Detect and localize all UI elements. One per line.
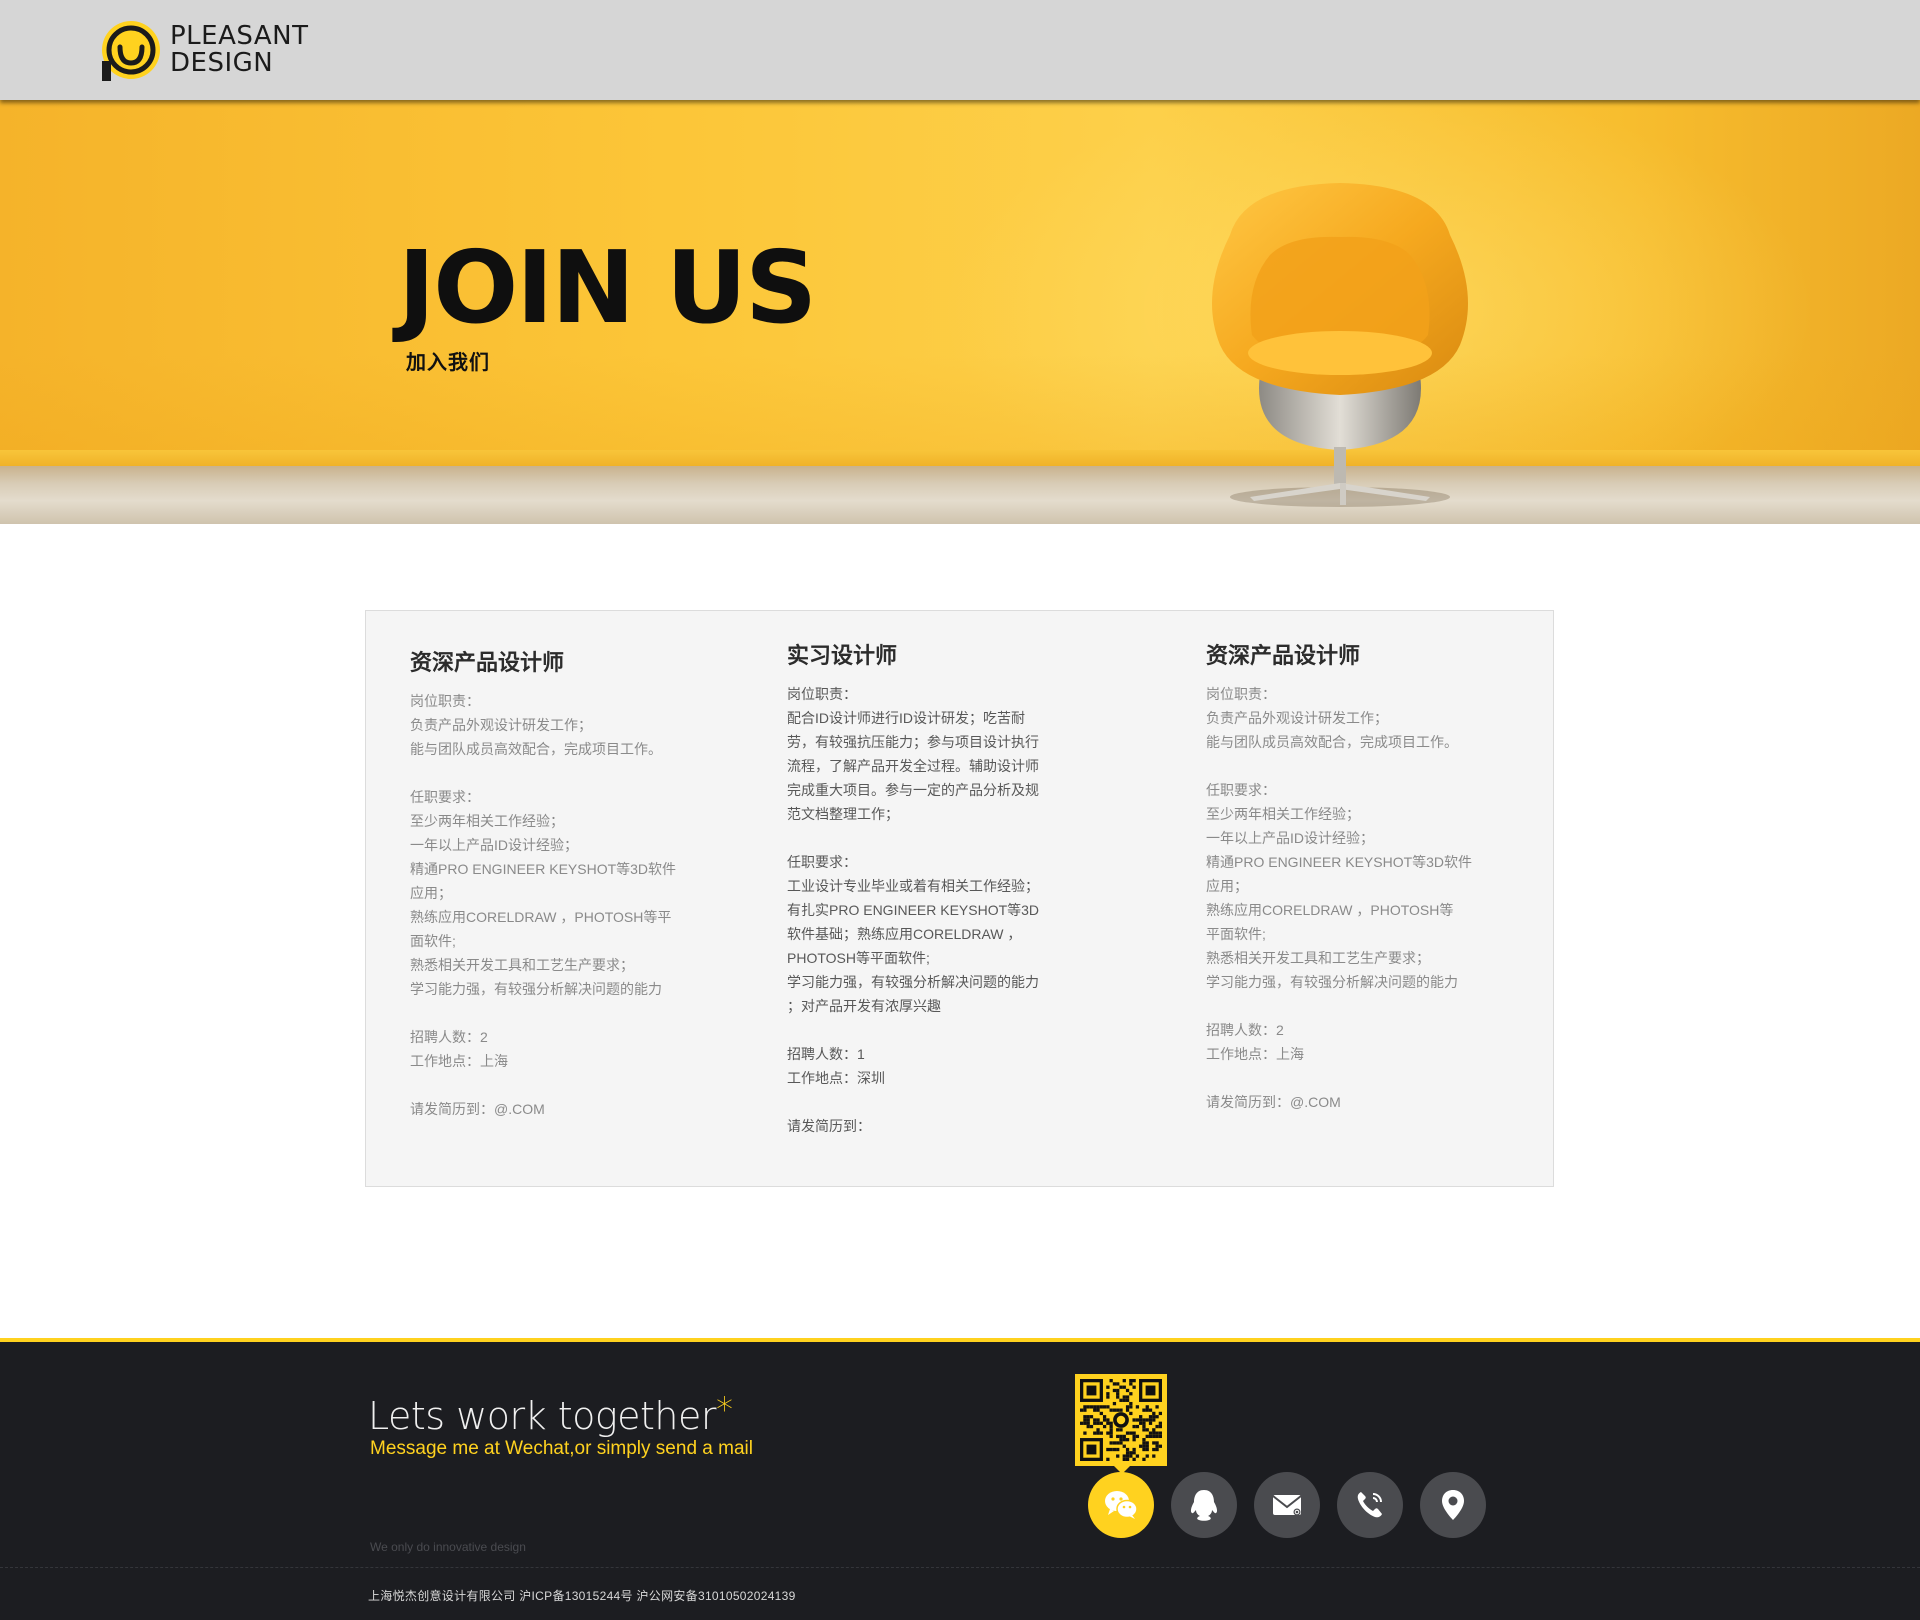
smiley-logo-icon [102, 21, 160, 81]
brand-wordmark: PLEASANT DESIGN [170, 23, 308, 77]
job-line: 熟悉相关开发工具和工艺生产要求； [410, 957, 634, 973]
job-line: 请发简历到： [787, 1118, 871, 1134]
job-line: 能与团队成员高效配合，完成项目工作。 [1206, 734, 1458, 750]
job-line: PHOTOSH等平面软件; [787, 950, 930, 966]
job-line: 学习能力强，有较强分析解决问题的能力 [410, 981, 662, 997]
job-line: 工作地点：深圳 [787, 1070, 885, 1086]
job-line: 学习能力强，有较强分析解决问题的能力 [1206, 974, 1458, 990]
job-line: 应用； [1206, 878, 1248, 894]
job-line: 工业设计专业毕业或着有相关工作经验； [787, 878, 1039, 894]
hero-banner: JOIN US 加入我们 [0, 100, 1920, 524]
footer-tagline: We only do innovative design [370, 1540, 526, 1554]
job-line: 工作地点：上海 [1206, 1046, 1304, 1062]
site-footer: Lets work together* Message me at Wechat… [0, 1338, 1920, 1620]
job-line: 劳，有较强抗压能力；参与项目设计执行 [787, 734, 1039, 750]
job-title: 资深产品设计师 [410, 651, 565, 676]
job-line: 一年以上产品ID设计经验； [1206, 830, 1374, 846]
mail-icon [1272, 1495, 1302, 1516]
job-line: 负责产品外观设计研发工作； [1206, 710, 1388, 726]
brand-line1: PLEASANT [170, 21, 309, 51]
hero-title: JOIN US [398, 229, 817, 346]
job-line: 任职要求： [1206, 782, 1276, 798]
email-button[interactable] [1254, 1472, 1320, 1538]
hero-baseboard [0, 450, 1920, 466]
job-line: 任职要求： [410, 789, 480, 805]
job-description: 岗位职责： 配合ID设计师进行ID设计研发；吃苦耐 劳，有较强抗压能力；参与项目设计… [787, 682, 1057, 1138]
job-description: 岗位职责： 负责产品外观设计研发工作； 能与团队成员高效配合，完成项目工作。 任职要求… [410, 689, 680, 1121]
job-line: 平面软件; [1206, 926, 1266, 942]
job-line: 能与团队成员高效配合，完成项目工作。 [410, 741, 662, 757]
job-line: 精通PRO ENGINEER KEYSHOT等3D软件 [1206, 854, 1473, 870]
job-line: 熟练应用CORELDRAW ，PHOTOSH等 [1206, 902, 1454, 918]
footer-heading-star: * [716, 1390, 733, 1430]
job-line: 招聘人数：1 [787, 1046, 865, 1062]
job-line: 招聘人数：2 [1206, 1022, 1284, 1038]
brand-line2: DESIGN [170, 48, 274, 78]
qq-button[interactable] [1171, 1472, 1237, 1538]
footer-legal-info: 上海悦杰创意设计有限公司 沪ICP备13015244号 沪公网安备3101050… [368, 1589, 796, 1603]
hero-subtitle: 加入我们 [406, 352, 490, 374]
footer-divider [0, 1567, 1920, 1568]
job-line: 配合ID设计师进行ID设计研发；吃苦耐 [787, 710, 1025, 726]
job-description: 岗位职责： 负责产品外观设计研发工作； 能与团队成员高效配合，完成项目工作。 任职要求… [1206, 682, 1476, 1114]
job-card-senior-designer-shanghai: 资深产品设计师 岗位职责： 负责产品外观设计研发工作； 能与团队成员高效配合，完成项… [410, 649, 680, 1121]
job-line: 负责产品外观设计研发工作； [410, 717, 592, 733]
site-header: PLEASANT DESIGN [0, 0, 1920, 100]
qr-code-icon [1080, 1379, 1162, 1461]
job-line: 岗位职责： [1206, 686, 1276, 702]
job-line: 流程，了解产品开发全过程。辅助设计师 [787, 758, 1039, 774]
brand-logo[interactable]: PLEASANT DESIGN [100, 17, 308, 83]
wechat-icon [1105, 1491, 1138, 1519]
job-card-intern-designer: 实习设计师 岗位职责： 配合ID设计师进行ID设计研发；吃苦耐 劳，有较强抗压能力；… [787, 642, 1057, 1138]
phone-button[interactable] [1337, 1472, 1403, 1538]
egg-chair-illustration [1212, 183, 1468, 507]
wechat-qr-code [1075, 1374, 1167, 1466]
job-line: 岗位职责： [410, 693, 480, 709]
hero-floor [0, 466, 1920, 524]
footer-heading: Lets work together* [368, 1390, 733, 1438]
job-line: 学习能力强，有较强分析解决问题的能力 [787, 974, 1039, 990]
phone-icon [1357, 1492, 1382, 1518]
job-line: 工作地点：上海 [410, 1053, 508, 1069]
job-line: 任职要求： [787, 854, 857, 870]
job-line: 至少两年相关工作经验； [1206, 806, 1360, 822]
job-card-senior-designer-2: 资深产品设计师 岗位职责： 负责产品外观设计研发工作； 能与团队成员高效配合，完成项… [1206, 642, 1476, 1114]
footer-heading-text: Lets work together [368, 1394, 717, 1438]
job-line: ；对产品开发有浓厚兴趣 [787, 998, 941, 1014]
job-line: 熟练应用CORELDRAW ，PHOTOSH等平面软件; [410, 909, 672, 949]
job-line: 范文档整理工作； [787, 806, 899, 822]
job-line: 有扎实PRO ENGINEER KEYSHOT等3D [787, 902, 1040, 918]
location-button[interactable] [1420, 1472, 1486, 1538]
job-line: 熟悉相关开发工具和工艺生产要求； [1206, 950, 1430, 966]
job-line: 精通PRO ENGINEER KEYSHOT等3D软件应用； [410, 861, 677, 901]
qq-icon [1190, 1490, 1218, 1521]
job-line: 请发简历到：@.COM [410, 1101, 545, 1117]
footer-subheading: Message me at Wechat,or simply send a ma… [370, 1438, 753, 1459]
job-line: 请发简历到：@.COM [1206, 1094, 1341, 1110]
location-icon [1442, 1490, 1464, 1520]
job-listings-panel: 资深产品设计师 岗位职责： 负责产品外观设计研发工作； 能与团队成员高效配合，完成项… [365, 610, 1554, 1187]
wechat-button[interactable] [1088, 1472, 1154, 1538]
job-line: 岗位职责： [787, 686, 857, 702]
job-line: 完成重大项目。参与一定的产品分析及规 [787, 782, 1039, 798]
job-line: 一年以上产品ID设计经验； [410, 837, 578, 853]
job-title: 实习设计师 [787, 644, 898, 669]
job-title: 资深产品设计师 [1206, 644, 1361, 669]
job-line: 至少两年相关工作经验； [410, 813, 564, 829]
job-line: 软件基础；熟练应用CORELDRAW ， [787, 926, 1022, 942]
job-line: 招聘人数：2 [410, 1029, 488, 1045]
